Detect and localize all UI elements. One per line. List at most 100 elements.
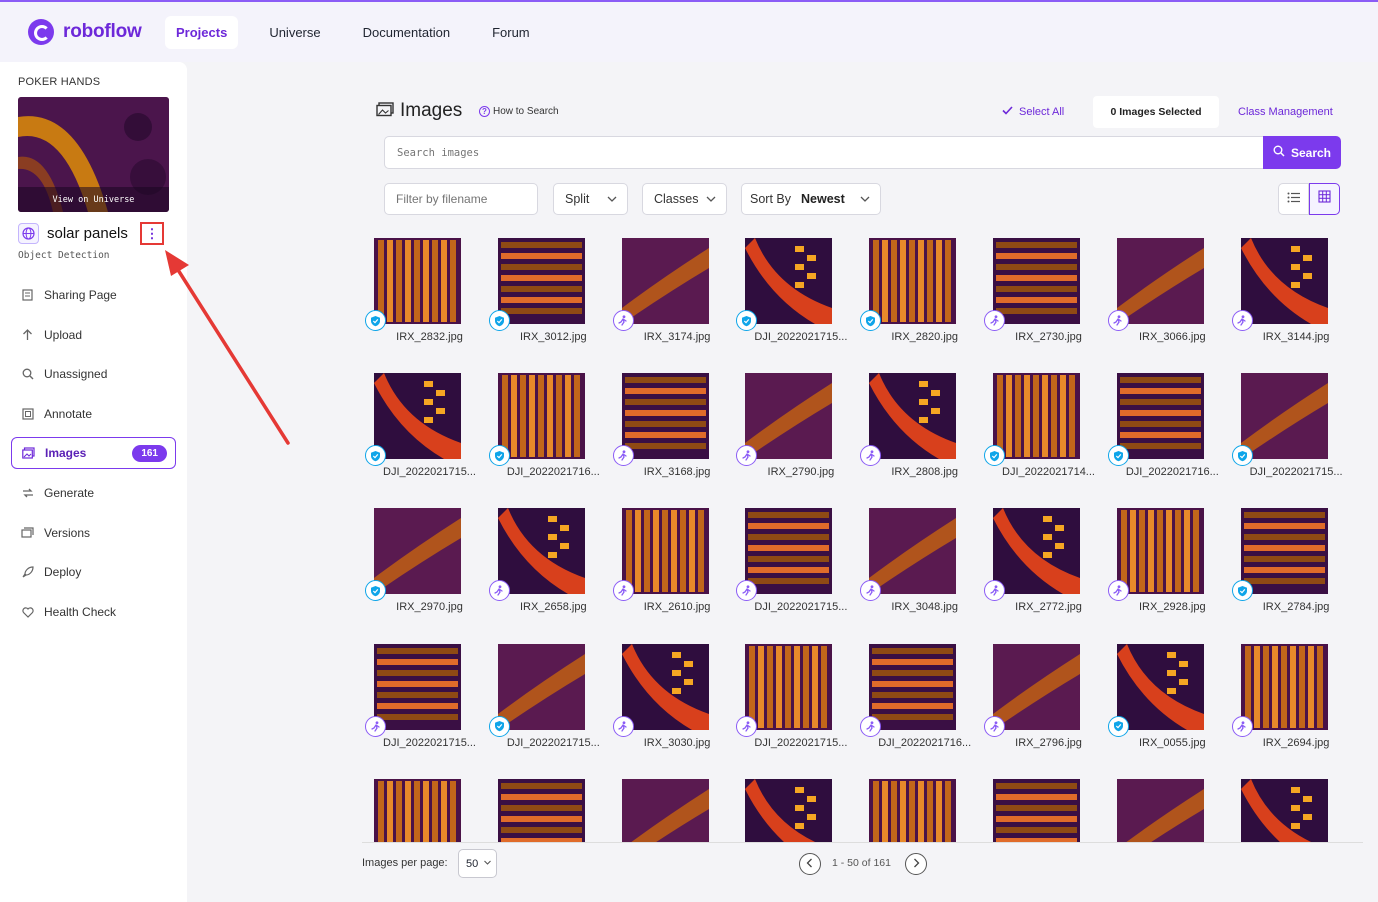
image-thumbnail[interactable]	[1240, 643, 1328, 730]
sort-dropdown[interactable]: Sort By Newest	[741, 183, 881, 215]
image-thumbnail[interactable]	[745, 508, 833, 595]
sidebar-item-unassigned[interactable]: Unassigned	[11, 358, 176, 390]
image-thumbnail[interactable]	[621, 643, 709, 730]
nav-tab-forum[interactable]: Forum	[481, 16, 541, 49]
image-tile[interactable]: IRX_2808.jpg	[857, 367, 975, 485]
sidebar-item-health-check[interactable]: Health Check	[11, 596, 176, 628]
image-thumbnail[interactable]	[745, 238, 833, 324]
image-thumbnail[interactable]	[497, 643, 585, 730]
image-thumbnail[interactable]	[374, 508, 461, 595]
split-dropdown[interactable]: Split	[553, 183, 628, 215]
image-thumbnail[interactable]	[869, 643, 957, 730]
image-thumbnail[interactable]	[1116, 508, 1204, 595]
image-thumbnail[interactable]	[869, 778, 957, 842]
image-thumbnail[interactable]	[621, 238, 709, 324]
sidebar-item-upload[interactable]: Upload	[11, 319, 176, 351]
image-tile[interactable]: IRX_2832.jpg	[362, 232, 480, 350]
image-thumbnail[interactable]	[745, 373, 833, 460]
image-thumbnail[interactable]	[1240, 508, 1328, 595]
image-thumbnail[interactable]	[374, 238, 461, 324]
image-tile[interactable]: IRX_2730.jpg	[981, 232, 1099, 350]
image-tile[interactable]	[981, 773, 1099, 842]
image-tile[interactable]: DJI_2022021715...	[733, 232, 851, 350]
classes-dropdown[interactable]: Classes	[642, 183, 727, 215]
image-thumbnail[interactable]	[993, 508, 1080, 595]
image-tile[interactable]: DJI_2022021715...	[733, 638, 851, 756]
image-thumbnail[interactable]	[1116, 373, 1204, 460]
search-input[interactable]	[384, 136, 1264, 169]
image-thumbnail[interactable]	[497, 373, 585, 460]
image-thumbnail[interactable]	[497, 508, 585, 595]
image-tile[interactable]: IRX_2784.jpg	[1229, 502, 1347, 620]
image-thumbnail[interactable]	[621, 778, 709, 842]
image-thumbnail[interactable]	[621, 508, 709, 595]
image-tile[interactable]	[857, 773, 975, 842]
images-per-page-select[interactable]: 50	[458, 849, 497, 878]
image-thumbnail[interactable]	[993, 778, 1080, 842]
grid-view-button[interactable]	[1309, 183, 1340, 215]
image-tile[interactable]: DJI_2022021715...	[1229, 367, 1347, 485]
sidebar-item-images[interactable]: Images 161	[11, 437, 176, 469]
image-tile[interactable]: IRX_2694.jpg	[1229, 638, 1347, 756]
image-tile[interactable]: IRX_2610.jpg	[610, 502, 728, 620]
nav-tab-documentation[interactable]: Documentation	[352, 16, 461, 49]
image-thumbnail[interactable]	[869, 508, 957, 595]
class-management-link[interactable]: Class Management	[1238, 106, 1333, 118]
image-tile[interactable]	[486, 773, 604, 842]
nav-tab-projects[interactable]: Projects	[165, 15, 239, 49]
image-tile[interactable]	[610, 773, 728, 842]
image-thumbnail[interactable]	[497, 238, 585, 324]
image-thumbnail[interactable]	[869, 238, 957, 324]
sidebar-item-versions[interactable]: Versions	[11, 517, 176, 549]
image-tile[interactable]: IRX_3144.jpg	[1229, 232, 1347, 350]
image-thumbnail[interactable]	[497, 778, 585, 842]
image-tile[interactable]: DJI_2022021714...	[981, 367, 1099, 485]
sidebar-item-annotate[interactable]: Annotate	[11, 398, 176, 430]
image-thumbnail[interactable]	[993, 238, 1080, 324]
image-thumbnail[interactable]	[1116, 643, 1204, 730]
image-tile[interactable]: DJI_2022021716...	[1105, 367, 1223, 485]
image-tile[interactable]	[733, 773, 851, 842]
image-thumbnail[interactable]	[1116, 238, 1204, 324]
image-thumbnail[interactable]	[1116, 778, 1204, 842]
image-tile[interactable]: IRX_3030.jpg	[610, 638, 728, 756]
select-all-button[interactable]: Select All	[1002, 106, 1064, 118]
image-thumbnail[interactable]	[1240, 778, 1328, 842]
image-tile[interactable]: IRX_0055.jpg	[1105, 638, 1223, 756]
image-tile[interactable]: IRX_2772.jpg	[981, 502, 1099, 620]
list-view-button[interactable]	[1278, 183, 1309, 215]
sidebar-item-sharing-page[interactable]: Sharing Page	[11, 279, 176, 311]
image-tile[interactable]: IRX_3174.jpg	[610, 232, 728, 350]
search-button[interactable]: Search	[1263, 136, 1341, 169]
image-thumbnail[interactable]	[1240, 373, 1328, 460]
image-tile[interactable]: IRX_3048.jpg	[857, 502, 975, 620]
image-tile[interactable]: IRX_2790.jpg	[733, 367, 851, 485]
how-to-search-link[interactable]: ? How to Search	[479, 106, 559, 117]
image-tile[interactable]: DJI_2022021715...	[486, 638, 604, 756]
image-tile[interactable]	[1229, 773, 1347, 842]
image-tile[interactable]	[1105, 773, 1223, 842]
image-thumbnail[interactable]	[374, 373, 461, 460]
image-tile[interactable]: DJI_2022021716...	[857, 638, 975, 756]
image-thumbnail[interactable]	[993, 373, 1080, 460]
image-tile[interactable]: IRX_2928.jpg	[1105, 502, 1223, 620]
image-thumbnail[interactable]	[374, 643, 461, 730]
image-tile[interactable]: IRX_2820.jpg	[857, 232, 975, 350]
image-thumbnail[interactable]	[745, 778, 833, 842]
image-thumbnail[interactable]	[374, 778, 461, 842]
previous-page-button[interactable]	[799, 853, 821, 875]
next-page-button[interactable]	[905, 853, 927, 875]
nav-tab-universe[interactable]: Universe	[258, 16, 331, 49]
sidebar-item-deploy[interactable]: Deploy	[11, 556, 176, 588]
image-tile[interactable]: IRX_3066.jpg	[1105, 232, 1223, 350]
image-tile[interactable]	[362, 773, 480, 842]
roboflow-logo[interactable]: roboflow	[28, 19, 158, 45]
image-thumbnail[interactable]	[1240, 238, 1328, 324]
image-tile[interactable]: DJI_2022021716...	[486, 367, 604, 485]
image-tile[interactable]: IRX_3012.jpg	[486, 232, 604, 350]
image-tile[interactable]: DJI_2022021715...	[733, 502, 851, 620]
image-thumbnail[interactable]	[869, 373, 957, 460]
image-tile[interactable]: DJI_2022021715...	[362, 638, 480, 756]
sidebar-item-generate[interactable]: Generate	[11, 477, 176, 509]
image-thumbnail[interactable]	[745, 643, 833, 730]
